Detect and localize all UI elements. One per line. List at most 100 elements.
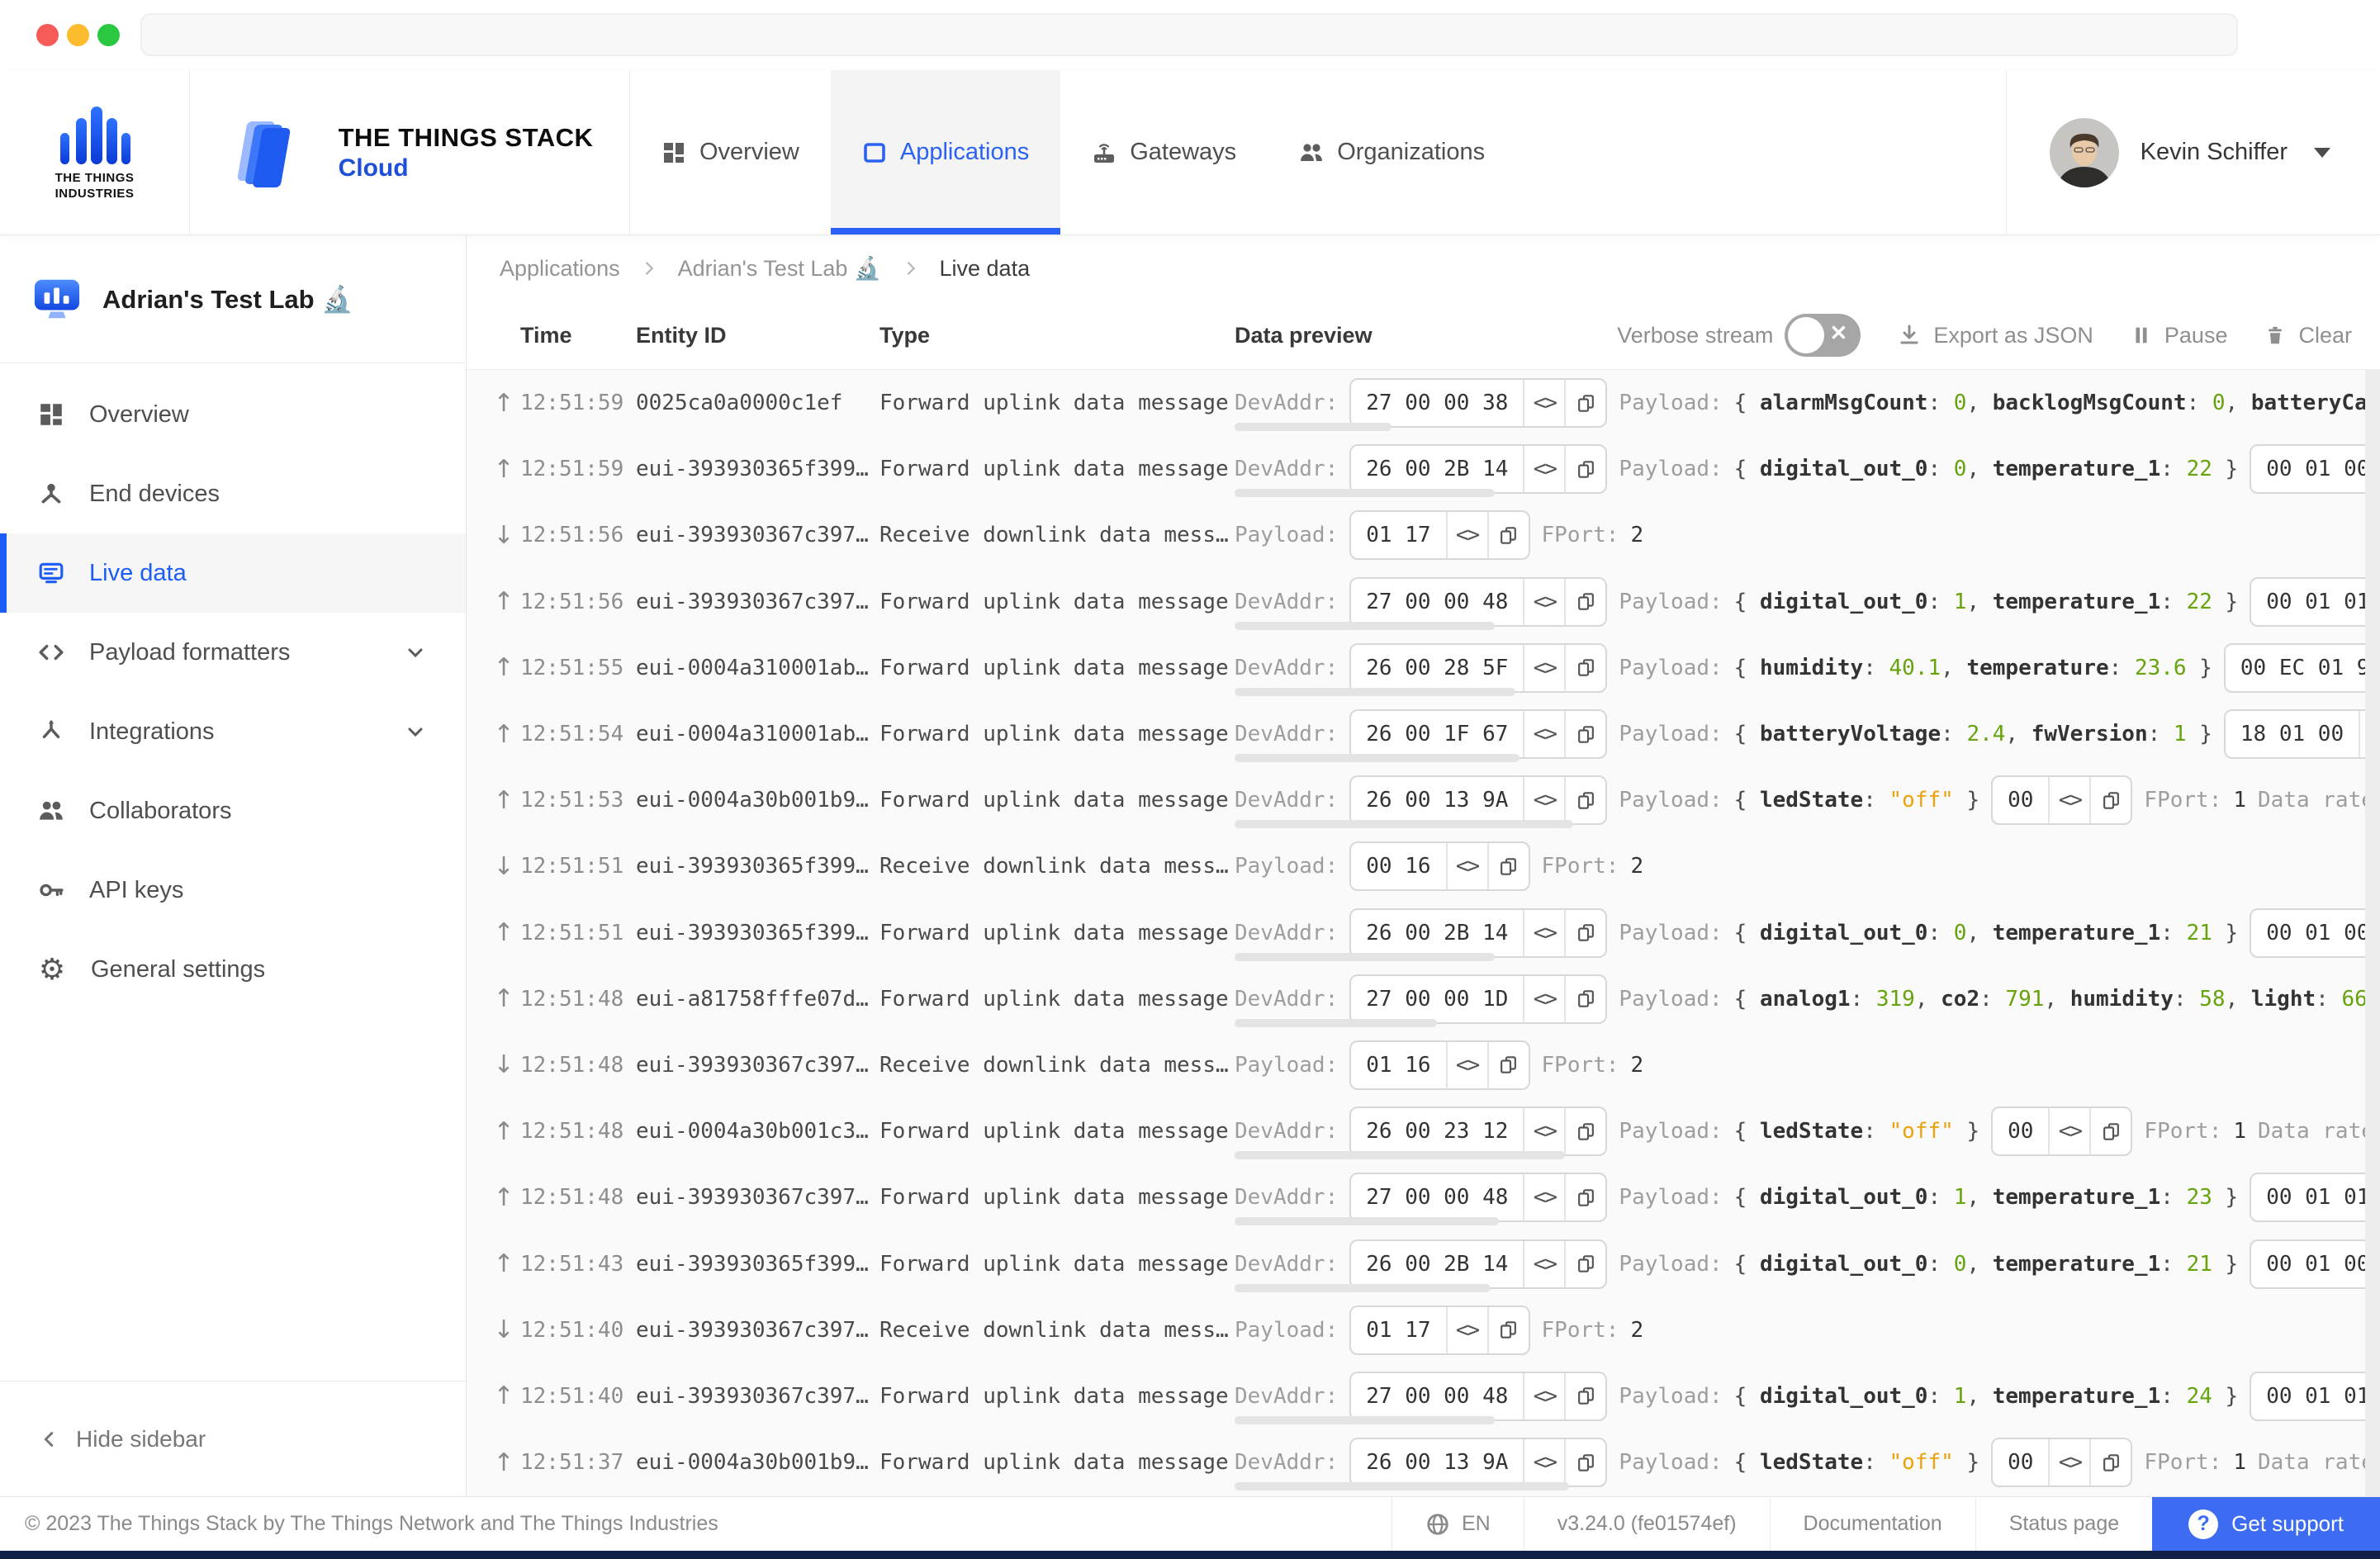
verbose-stream-control[interactable]: Verbose stream ✕ (1617, 314, 1861, 357)
code-toggle-icon[interactable]: <> (1523, 1174, 1564, 1220)
byte-value: 00 01 00 01 67 00 (2251, 446, 2380, 492)
table-row[interactable]: ↑12:51:37eui-0004a30b001b9…Forward uplin… (467, 1429, 2380, 1495)
copy-button[interactable] (1564, 910, 1605, 956)
sidebar-item-end-devices[interactable]: End devices (0, 454, 466, 533)
tab-applications[interactable]: Applications (831, 70, 1060, 235)
sidebar-item-overview[interactable]: Overview (0, 375, 466, 454)
copy-button[interactable] (1564, 380, 1605, 426)
documentation-link[interactable]: Documentation (1770, 1497, 1975, 1551)
breadcrumb-application-name[interactable]: Adrian's Test Lab 🔬 (678, 255, 882, 282)
code-toggle-icon[interactable]: <> (1446, 512, 1487, 558)
code-toggle-icon[interactable]: <> (1523, 579, 1564, 625)
sidebar-item-collaborators[interactable]: Collaborators (0, 771, 466, 851)
user-menu[interactable]: Kevin Schiffer (2006, 70, 2380, 235)
copy-button[interactable] (1564, 777, 1605, 823)
code-toggle-icon[interactable]: <> (2048, 1108, 2089, 1154)
copy-button[interactable] (1564, 446, 1605, 492)
event-time: 12:51:48 (520, 1185, 636, 1210)
code-toggle-icon[interactable]: <> (1523, 777, 1564, 823)
code-toggle-icon[interactable]: <> (2048, 1439, 2089, 1486)
copy-icon (1576, 459, 1596, 480)
chevron-down-icon (2314, 148, 2330, 158)
copy-button[interactable] (1564, 1174, 1605, 1220)
payload-json: { analog1: 319, co2: 791, humidity: 58, … (1734, 987, 2380, 1012)
table-row[interactable]: ↑12:51:53eui-0004a30b001b9…Forward uplin… (467, 767, 2380, 833)
table-row[interactable]: ↑12:51:43eui-393930365f399…Forward uplin… (467, 1230, 2380, 1296)
get-support-button[interactable]: ? Get support (2152, 1497, 2380, 1551)
code-toggle-icon[interactable]: <> (1446, 1042, 1487, 1088)
copy-button[interactable] (1564, 579, 1605, 625)
tab-gateways[interactable]: Gateways (1060, 70, 1268, 235)
event-type: Receive downlink data mess… (879, 854, 1235, 879)
copy-button[interactable] (1564, 1373, 1605, 1419)
close-window-button[interactable] (36, 24, 59, 46)
data-preview: DevAddr:26 00 2B 14<>Payload:{ digital_o… (1235, 1239, 2380, 1289)
table-row[interactable]: ↑12:51:59eui-393930365f399…Forward uplin… (467, 436, 2380, 502)
hide-sidebar-button[interactable]: Hide sidebar (0, 1381, 466, 1496)
table-row[interactable]: ↓12:51:48eui-393930367c397…Receive downl… (467, 1032, 2380, 1098)
copy-button[interactable] (1564, 711, 1605, 757)
copy-button[interactable] (1564, 645, 1605, 691)
copy-button[interactable] (2089, 777, 2131, 823)
minimize-window-button[interactable] (67, 24, 89, 46)
breadcrumb-applications[interactable]: Applications (500, 256, 620, 282)
copy-button[interactable] (2089, 1439, 2131, 1486)
code-toggle-icon[interactable]: <> (1523, 1241, 1564, 1287)
language-selector[interactable]: EN (1391, 1497, 1524, 1551)
column-data-preview: Data preview (1235, 323, 1373, 348)
code-toggle-icon[interactable]: <> (1523, 446, 1564, 492)
copy-button[interactable] (1564, 976, 1605, 1022)
clear-button[interactable]: Clear (2264, 323, 2352, 348)
copy-button[interactable] (1564, 1108, 1605, 1154)
sidebar-item-integrations[interactable]: Integrations (0, 692, 466, 771)
things-industries-bars-icon (59, 103, 131, 164)
table-row[interactable]: ↑12:51:48eui-a81758fffe07d…Forward uplin… (467, 966, 2380, 1032)
copy-button[interactable] (2089, 1108, 2131, 1154)
tab-organizations[interactable]: Organizations (1268, 70, 1516, 235)
code-toggle-icon[interactable]: <> (1523, 645, 1564, 691)
copy-button[interactable] (1564, 1439, 1605, 1486)
code-toggle-icon[interactable]: <> (1523, 1439, 1564, 1486)
code-toggle-icon[interactable]: <> (1523, 910, 1564, 956)
code-toggle-icon[interactable]: <> (1523, 976, 1564, 1022)
pause-button[interactable]: Pause (2130, 323, 2228, 348)
table-row[interactable]: ↓12:51:51eui-393930365f399…Receive downl… (467, 833, 2380, 899)
table-row[interactable]: ↑12:51:54eui-0004a310001ab…Forward uplin… (467, 701, 2380, 767)
sidebar-item-general-settings[interactable]: ⚙ General settings (0, 930, 466, 1009)
copy-button[interactable] (1487, 1042, 1529, 1088)
sidebar-item-api-keys[interactable]: API keys (0, 851, 466, 930)
code-toggle-icon[interactable]: <> (1523, 1373, 1564, 1419)
status-page-link[interactable]: Status page (1975, 1497, 2152, 1551)
sidebar-item-live-data[interactable]: Live data (0, 533, 466, 613)
tab-label: Applications (900, 139, 1029, 166)
sidebar-item-payload-formatters[interactable]: Payload formatters (0, 613, 466, 692)
code-toggle-icon[interactable]: <> (1523, 1108, 1564, 1154)
table-row[interactable]: ↑12:51:56eui-393930367c397…Forward uplin… (467, 569, 2380, 635)
code-toggle-icon[interactable]: <> (1523, 380, 1564, 426)
code-toggle-icon[interactable]: <> (1523, 711, 1564, 757)
table-row[interactable]: ↓12:51:40eui-393930367c397…Receive downl… (467, 1297, 2380, 1363)
table-row[interactable]: ↑12:51:48eui-0004a30b001c3…Forward uplin… (467, 1098, 2380, 1164)
table-row[interactable]: ↑12:51:40eui-393930367c397…Forward uplin… (467, 1363, 2380, 1429)
code-toggle-icon[interactable]: <> (1446, 1307, 1487, 1353)
verbose-stream-toggle[interactable]: ✕ (1785, 314, 1861, 357)
table-row[interactable]: ↑12:51:51eui-393930365f399…Forward uplin… (467, 900, 2380, 966)
copy-button[interactable] (1564, 1241, 1605, 1287)
table-row[interactable]: ↑12:51:48eui-393930367c397…Forward uplin… (467, 1164, 2380, 1230)
copy-button[interactable] (1487, 843, 1529, 889)
table-row[interactable]: ↓12:51:56eui-393930367c397…Receive downl… (467, 502, 2380, 568)
table-row[interactable]: ↑12:51:55eui-0004a310001ab…Forward uplin… (467, 635, 2380, 701)
url-bar[interactable] (140, 13, 2238, 56)
table-row[interactable]: ↑12:51:590025ca0a0000c1efForward uplink … (467, 370, 2380, 436)
code-toggle-icon[interactable]: <> (1446, 843, 1487, 889)
row-activity-bar (1235, 423, 1391, 431)
export-json-button[interactable]: Export as JSON (1897, 323, 2093, 348)
byte-value: 18 01 00 (2226, 711, 2359, 757)
tab-overview[interactable]: Overview (630, 70, 831, 235)
event-time: 12:51:40 (520, 1318, 636, 1343)
code-toggle-icon[interactable]: <> (2048, 777, 2089, 823)
copy-button[interactable] (1487, 512, 1529, 558)
zoom-window-button[interactable] (97, 24, 120, 46)
copy-button[interactable] (1487, 1307, 1529, 1353)
scrollbar[interactable] (2365, 370, 2380, 1496)
